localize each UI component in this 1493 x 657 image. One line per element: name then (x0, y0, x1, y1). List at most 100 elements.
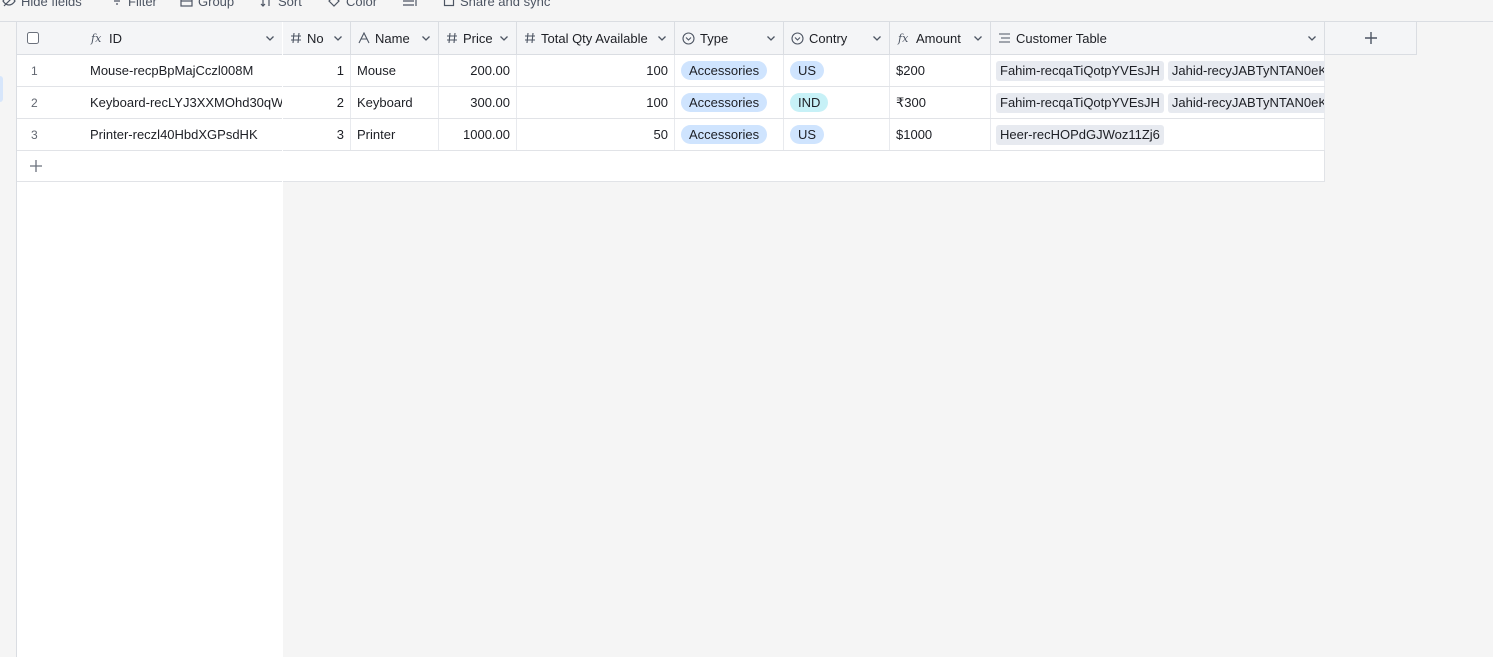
single-select-icon (791, 31, 804, 45)
row-number: 2 (31, 95, 38, 110)
linked-record-chip[interactable]: Fahim-recqaTiQotpYVEsJH (996, 60, 1164, 81)
table-row[interactable]: 1 Mouse-recpBpMajCczl008M (17, 55, 282, 87)
group-icon (180, 0, 193, 7)
number-icon (291, 32, 301, 44)
column-header-name-label: Name (375, 30, 410, 46)
row-height-button[interactable] (402, 0, 418, 11)
filter-icon (114, 0, 120, 5)
group-label: Group (198, 0, 235, 9)
group-button[interactable]: Group (180, 0, 234, 11)
cell-id[interactable]: Mouse-recpBpMajCczl008M (83, 55, 282, 86)
linked-record-chip[interactable]: Jahid-recyJABTyNTAN0eKL (1167, 92, 1324, 113)
linked-record-chip[interactable]: Jahid-recyJABTyNTAN0eKL (1167, 60, 1324, 81)
plus-icon[interactable] (29, 159, 43, 173)
column-header-id[interactable]: fx ID (83, 22, 282, 54)
contry-pill: IND (790, 93, 829, 112)
cell-no[interactable]: 3 (283, 119, 351, 150)
chevron-down-icon[interactable] (765, 32, 777, 44)
main-header: No Name Price Total Qty Available Type C… (283, 22, 1417, 55)
cell-name[interactable]: Mouse (351, 55, 439, 86)
cell-total-qty[interactable]: 100 (517, 55, 675, 86)
cell-amount[interactable]: $1000 (890, 119, 991, 150)
color-label: Color (346, 0, 378, 9)
add-field-button[interactable] (1325, 22, 1417, 54)
column-header-contry-label: Contry (809, 30, 848, 46)
filter-button[interactable]: Filter (111, 0, 157, 11)
contry-pill: US (790, 125, 825, 144)
select-all-checkbox-cell[interactable] (17, 22, 77, 54)
text-icon (358, 32, 370, 44)
paint-bucket-icon (328, 0, 340, 7)
chevron-down-icon[interactable] (972, 32, 984, 44)
column-header-no-label: No (307, 30, 324, 46)
cell-type[interactable]: Accessories (675, 87, 784, 118)
cell-total-qty[interactable]: 50 (517, 119, 675, 150)
cell-customer-table[interactable]: Fahim-recqaTiQotpYVEsJH Jahid-recyJABTyN… (991, 55, 1325, 86)
cell-type[interactable]: Accessories (675, 55, 784, 86)
column-header-no[interactable]: No (283, 22, 351, 54)
cell-contry[interactable]: US (784, 119, 890, 150)
table-row[interactable]: 1 Mouse 200.00 100 Accessories US $200 F… (283, 55, 1325, 87)
share-sync-button[interactable]: Share and sync (443, 0, 550, 11)
cell-no[interactable]: 2 (283, 87, 351, 118)
frozen-header: fx ID (17, 22, 282, 55)
column-header-contry[interactable]: Contry (784, 22, 890, 54)
cell-no[interactable]: 1 (283, 55, 351, 86)
table-row[interactable]: 2 Keyboard-recLYJ3XXMOhd30qW (17, 87, 282, 119)
row-height-icon (403, 0, 417, 6)
view-toolbar: Hide fields Filter Group Sort Color Shar… (0, 0, 1493, 11)
table-row[interactable]: 3 Printer-reczl40HbdXGPsdHK (17, 119, 282, 151)
sidebar-toggle[interactable] (0, 76, 3, 102)
chevron-down-icon[interactable] (1306, 32, 1318, 44)
cell-customer-table[interactable]: Fahim-recqaTiQotpYVEsJH Jahid-recyJABTyN… (991, 87, 1325, 118)
color-button[interactable]: Color (327, 0, 377, 11)
type-pill: Accessories (681, 93, 768, 112)
link-icon (999, 33, 1010, 43)
chevron-down-icon[interactable] (656, 32, 668, 44)
hide-fields-button[interactable]: Hide fields (2, 0, 82, 11)
cell-price[interactable]: 200.00 (439, 55, 517, 86)
column-header-amount[interactable]: fx Amount (890, 22, 991, 54)
column-header-total-qty[interactable]: Total Qty Available (517, 22, 675, 54)
cell-amount[interactable]: $200 (890, 55, 991, 86)
sort-button[interactable]: Sort (260, 0, 302, 11)
svg-text:fx: fx (90, 32, 102, 45)
eye-off-icon (2, 0, 16, 7)
column-header-customer-table[interactable]: Customer Table (991, 22, 1325, 54)
cell-id[interactable]: Printer-reczl40HbdXGPsdHK (83, 119, 282, 150)
column-header-name[interactable]: Name (351, 22, 439, 54)
formula-icon: fx (897, 32, 909, 45)
column-header-price[interactable]: Price (439, 22, 517, 54)
cell-total-qty[interactable]: 100 (517, 87, 675, 118)
cell-price[interactable]: 1000.00 (439, 119, 517, 150)
cell-contry[interactable]: IND (784, 87, 890, 118)
linked-record-chip[interactable]: Heer-recHOPdGJWoz11Zj6 (996, 124, 1164, 145)
linked-record-chip[interactable]: Fahim-recqaTiQotpYVEsJH (996, 92, 1164, 113)
chevron-down-icon[interactable] (871, 32, 883, 44)
chevron-down-icon[interactable] (420, 32, 432, 44)
cell-contry[interactable]: US (784, 55, 890, 86)
column-header-type-label: Type (700, 30, 729, 46)
add-record-row[interactable] (17, 151, 282, 182)
cell-price[interactable]: 300.00 (439, 87, 517, 118)
cell-name[interactable]: Printer (351, 119, 439, 150)
share-sync-label: Share and sync (460, 0, 551, 9)
column-header-type[interactable]: Type (675, 22, 784, 54)
cell-amount[interactable]: ₹300 (890, 87, 991, 118)
column-header-price-label: Price (463, 30, 493, 46)
cell-customer-table[interactable]: Heer-recHOPdGJWoz11Zj6 (991, 119, 1325, 150)
add-record-row-extension[interactable] (283, 151, 1325, 182)
table-row[interactable]: 3 Printer 1000.00 50 Accessories US $100… (283, 119, 1325, 151)
cell-name[interactable]: Keyboard (351, 87, 439, 118)
chevron-down-icon[interactable] (264, 32, 276, 44)
chevron-down-icon[interactable] (498, 32, 510, 44)
table-row[interactable]: 2 Keyboard 300.00 100 Accessories IND ₹3… (283, 87, 1325, 119)
formula-icon: fx (90, 32, 102, 45)
chevron-down-icon[interactable] (332, 32, 344, 44)
checkbox-icon[interactable] (27, 32, 39, 44)
type-pill: Accessories (681, 125, 768, 144)
cell-id[interactable]: Keyboard-recLYJ3XXMOhd30qW (83, 87, 282, 118)
cell-type[interactable]: Accessories (675, 119, 784, 150)
filter-label: Filter (128, 0, 157, 9)
share-icon (443, 0, 455, 7)
